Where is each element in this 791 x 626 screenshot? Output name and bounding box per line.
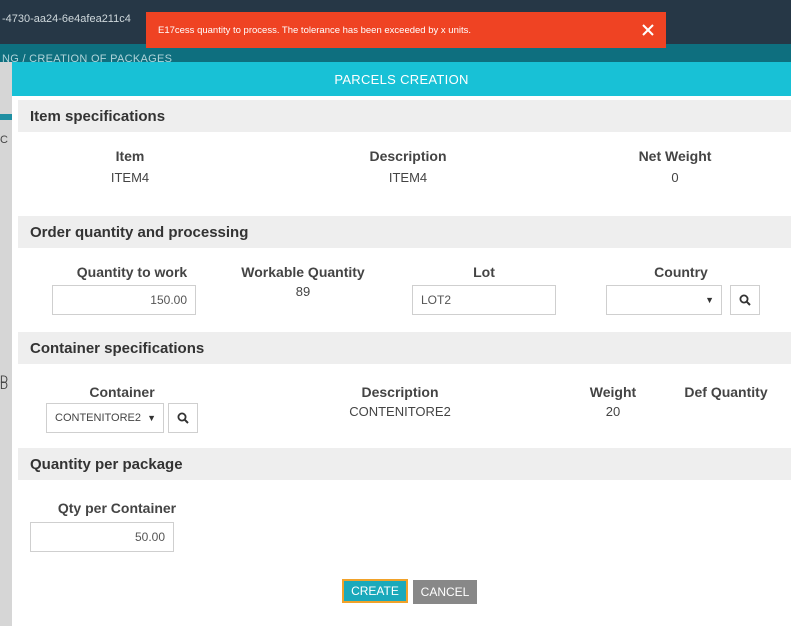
error-toast: E17cess quantity to process. The toleran… (146, 12, 666, 48)
modal-title: PARCELS CREATION (12, 62, 791, 96)
description-value: ITEM4 (388, 170, 428, 185)
create-button[interactable]: CREATE (342, 579, 408, 603)
container-description-label: Description (361, 384, 439, 400)
sidebar-glyph: C (0, 134, 8, 146)
country-search-button[interactable] (730, 285, 760, 315)
sidebar-glyph: D (0, 380, 8, 392)
section-order-quantity: Order quantity and processing (18, 216, 791, 248)
close-icon (642, 24, 654, 36)
container-description-value: CONTENITORE2 (349, 404, 451, 419)
qty-per-container-label: Qty per Container (57, 500, 177, 516)
container-select[interactable]: CONTENITORE2 ▼ (46, 403, 164, 433)
def-quantity-label: Def Quantity (684, 384, 768, 400)
workable-quantity-label: Workable Quantity (241, 264, 365, 280)
section-quantity-per-package: Quantity per package (18, 448, 791, 480)
workable-quantity-value: 89 (295, 284, 311, 299)
quantity-to-work-label: Quantity to work (76, 264, 188, 280)
weight-label: Weight (589, 384, 637, 400)
net-weight-label: Net Weight (638, 148, 712, 164)
record-id: -4730-aa24-6e4afea211c4 (2, 13, 131, 25)
description-label: Description (369, 148, 447, 164)
parcels-creation-modal: PARCELS CREATION Item specifications Ite… (12, 62, 791, 626)
section-item-specifications: Item specifications (18, 100, 791, 132)
quantity-to-work-input[interactable]: 150.00 (52, 285, 196, 315)
weight-value: 20 (605, 404, 621, 419)
lot-label: Lot (473, 264, 495, 280)
qty-per-container-input[interactable]: 50.00 (30, 522, 174, 552)
background-sidebar: C D D (0, 62, 12, 626)
item-label: Item (115, 148, 145, 164)
toast-message: E17cess quantity to process. The toleran… (158, 24, 471, 36)
search-icon (739, 294, 751, 306)
net-weight-value: 0 (671, 170, 679, 185)
section-container-specifications: Container specifications (18, 332, 791, 364)
caret-down-icon: ▼ (147, 413, 156, 423)
caret-down-icon: ▼ (705, 295, 714, 305)
item-value: ITEM4 (110, 170, 150, 185)
cancel-button[interactable]: CANCEL (413, 580, 477, 604)
sidebar-accent (0, 114, 12, 120)
search-icon (177, 412, 189, 424)
lot-input[interactable]: LOT2 (412, 285, 556, 315)
toast-close-button[interactable] (638, 20, 658, 40)
country-label: Country (654, 264, 708, 280)
container-search-button[interactable] (168, 403, 198, 433)
container-select-value: CONTENITORE2 (55, 412, 141, 424)
country-select[interactable]: ▼ (606, 285, 722, 315)
container-label: Container (89, 384, 155, 400)
